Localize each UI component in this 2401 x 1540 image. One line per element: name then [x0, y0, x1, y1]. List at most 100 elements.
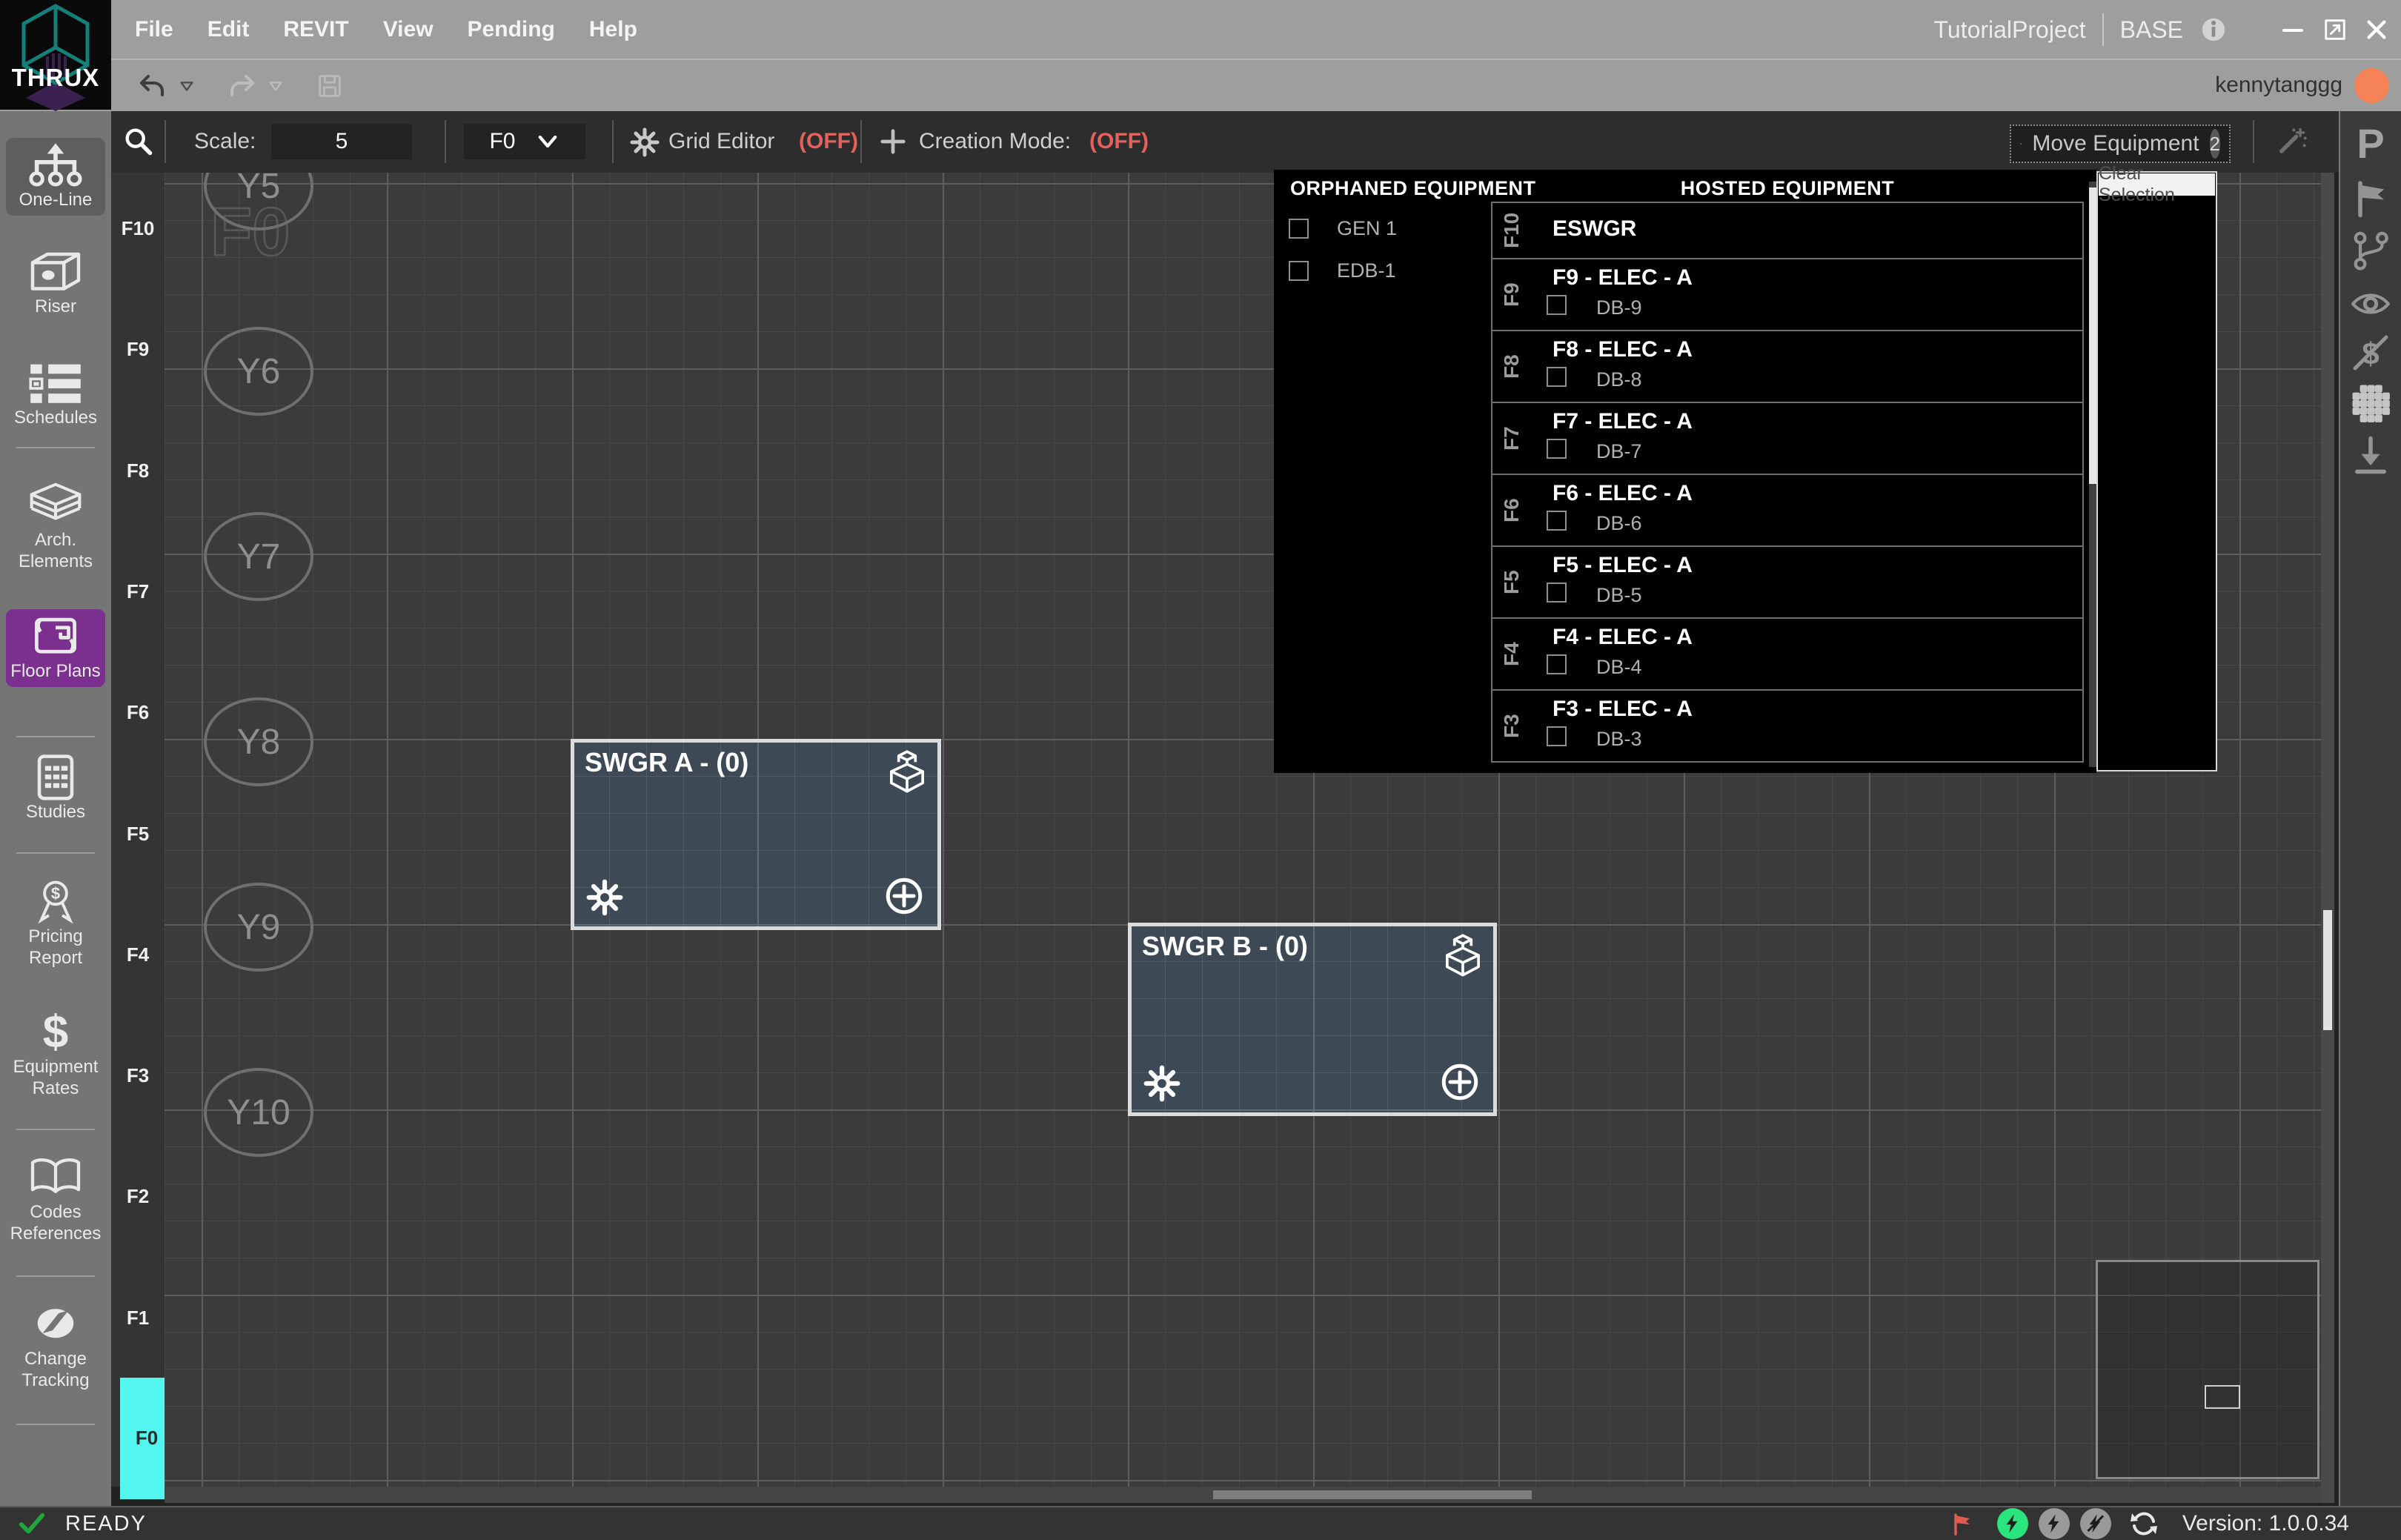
hosted-row-f6[interactable]: F6F6 - ELEC - ADB-6 — [1492, 475, 2082, 547]
sidebar-item-riser[interactable]: Riser — [6, 245, 105, 322]
grid-dots-icon[interactable] — [2340, 382, 2401, 424]
avatar[interactable] — [2354, 68, 2389, 103]
vertical-scrollbar[interactable] — [2321, 173, 2334, 1503]
floor-label-f10[interactable]: F10 — [111, 217, 165, 240]
equipment-box-swgr-a[interactable]: SWGR A - (0) — [571, 739, 941, 930]
svg-text:$: $ — [43, 1009, 68, 1055]
orphaned-item-edb-1[interactable]: EDB-1 — [1289, 259, 1396, 282]
floor-label-f1[interactable]: F1 — [111, 1307, 165, 1330]
save-button[interactable] — [316, 72, 344, 100]
floor-label-f9[interactable]: F9 — [111, 338, 165, 361]
flag-icon[interactable] — [2340, 178, 2401, 219]
magic-wand-icon[interactable] — [2275, 126, 2308, 159]
checkbox[interactable] — [1547, 439, 1567, 459]
cube-stack-icon[interactable] — [1440, 932, 1486, 978]
hosted-row-f9[interactable]: F9F9 - ELEC - ADB-9 — [1492, 259, 2082, 331]
menu-file[interactable]: File — [135, 17, 173, 42]
checkbox[interactable] — [1547, 511, 1567, 531]
menu-help[interactable]: Help — [589, 17, 637, 42]
active-floor-highlight[interactable]: F0 — [120, 1378, 165, 1499]
sidebar-item-studies[interactable]: Studies — [6, 750, 105, 828]
checkbox[interactable] — [1547, 367, 1567, 387]
add-equipment-icon[interactable] — [883, 874, 926, 917]
floor-label-f5[interactable]: F5 — [111, 823, 165, 846]
redo-dropdown-caret[interactable] — [267, 77, 285, 95]
search-icon[interactable] — [122, 125, 154, 157]
gear-icon[interactable] — [586, 879, 623, 916]
equipment-box-swgr-b[interactable]: SWGR B - (0) — [1128, 923, 1497, 1116]
grid-editor-gear-icon[interactable] — [630, 127, 660, 157]
menu-edit[interactable]: Edit — [207, 17, 250, 42]
grid-bubble-y6[interactable]: Y6 — [204, 327, 313, 416]
grid-bubble-y9[interactable]: Y9 — [204, 883, 313, 972]
gear-icon[interactable] — [1143, 1065, 1180, 1102]
sidebar-item-one-line[interactable]: One-Line — [6, 138, 105, 216]
hosted-row-f5[interactable]: F5F5 - ELEC - ADB-5 — [1492, 547, 2082, 619]
checkbox[interactable] — [1547, 726, 1567, 746]
creation-mode-label[interactable]: Creation Mode: — [919, 129, 1071, 154]
menu-revit[interactable]: REVIT — [283, 17, 348, 42]
p-marker-icon[interactable]: P — [2340, 125, 2401, 166]
vertical-scrollbar-thumb[interactable] — [2323, 910, 2332, 1030]
codes-references-icon — [26, 1155, 85, 1201]
floor-label-f4[interactable]: F4 — [111, 943, 165, 966]
creation-mode-plus-icon[interactable] — [879, 127, 907, 156]
minimize-button[interactable] — [2279, 16, 2306, 43]
checkbox[interactable] — [1289, 219, 1309, 239]
branch-icon[interactable] — [2340, 230, 2401, 271]
grid-bubble-y7[interactable]: Y7 — [204, 512, 313, 601]
hosted-row-sub-label: DB-9 — [1596, 296, 1642, 319]
add-equipment-icon[interactable] — [1438, 1061, 1481, 1103]
sidebar-item-floor-plans[interactable]: Floor Plans — [6, 609, 105, 687]
import-icon[interactable] — [2340, 434, 2401, 476]
no-cost-icon[interactable]: $ — [2340, 332, 2401, 374]
grid-bubble-y10[interactable]: Y10 — [204, 1068, 313, 1157]
checkbox[interactable] — [1547, 295, 1567, 315]
eye-icon[interactable] — [2340, 283, 2401, 325]
hosted-row-f4[interactable]: F4F4 - ELEC - ADB-4 — [1492, 619, 2082, 691]
sidebar-item-equipment-rates[interactable]: $Equipment Rates — [6, 1005, 105, 1104]
close-button[interactable] — [2364, 17, 2389, 42]
level-select[interactable]: F0 — [464, 124, 585, 159]
horizontal-scrollbar[interactable] — [165, 1487, 2321, 1503]
hosted-row-f3[interactable]: F3F3 - ELEC - ADB-3 — [1492, 691, 2082, 763]
redo-button[interactable] — [227, 71, 256, 101]
move-equipment-button[interactable]: Move Equipment 2 — [2010, 125, 2231, 163]
floor-label-f3[interactable]: F3 — [111, 1064, 165, 1087]
hosted-row-f8[interactable]: F8F8 - ELEC - ADB-8 — [1492, 331, 2082, 403]
menu-view[interactable]: View — [383, 17, 434, 42]
hosted-row-f10[interactable]: F10ESWGR — [1492, 203, 2082, 259]
sidebar-item-schedules[interactable]: Schedules — [6, 356, 105, 434]
viewport-minimap[interactable] — [2096, 1260, 2319, 1479]
undo-dropdown-caret[interactable] — [178, 77, 196, 95]
sidebar-item-change-tracking[interactable]: Change Tracking — [6, 1297, 105, 1396]
checkbox[interactable] — [1547, 654, 1567, 674]
refresh-icon[interactable] — [2129, 1509, 2159, 1539]
floor-label-f7[interactable]: F7 — [111, 580, 165, 603]
grid-editor-label[interactable]: Grid Editor — [668, 129, 774, 154]
sidebar-item-arch-elements[interactable]: Arch. Elements — [6, 478, 105, 577]
checkbox[interactable] — [1289, 261, 1309, 281]
checkbox[interactable] — [1547, 583, 1567, 603]
grid-bubble-y8[interactable]: Y8 — [204, 697, 313, 786]
horizontal-scrollbar-thumb[interactable] — [1213, 1490, 1532, 1499]
restore-button[interactable] — [2322, 17, 2348, 42]
floor-label-active[interactable]: F0 — [120, 1427, 173, 1450]
clear-selection-button[interactable]: Clear Selection — [2099, 173, 2215, 196]
sidebar-item-pricing-report[interactable]: $Pricing Report — [6, 874, 105, 974]
floor-label-f8[interactable]: F8 — [111, 459, 165, 482]
undo-button[interactable] — [138, 71, 167, 101]
titlebar-separator — [2102, 13, 2104, 46]
cube-stack-icon[interactable] — [884, 749, 930, 794]
floor-label-f2[interactable]: F2 — [111, 1185, 165, 1208]
sidebar-separator — [16, 1424, 95, 1425]
sidebar-item-codes-references[interactable]: Codes References — [6, 1150, 105, 1249]
status-ready: READY — [65, 1512, 147, 1536]
menu-pending[interactable]: Pending — [468, 17, 555, 42]
floor-label-f6[interactable]: F6 — [111, 701, 165, 724]
hosted-row-f7[interactable]: F7F7 - ELEC - ADB-7 — [1492, 403, 2082, 475]
scale-input[interactable]: 5 — [271, 124, 412, 159]
minimap-viewport-rect[interactable] — [2205, 1385, 2240, 1409]
orphaned-item-gen-1[interactable]: GEN 1 — [1289, 217, 1397, 240]
info-icon[interactable] — [2199, 16, 2228, 44]
